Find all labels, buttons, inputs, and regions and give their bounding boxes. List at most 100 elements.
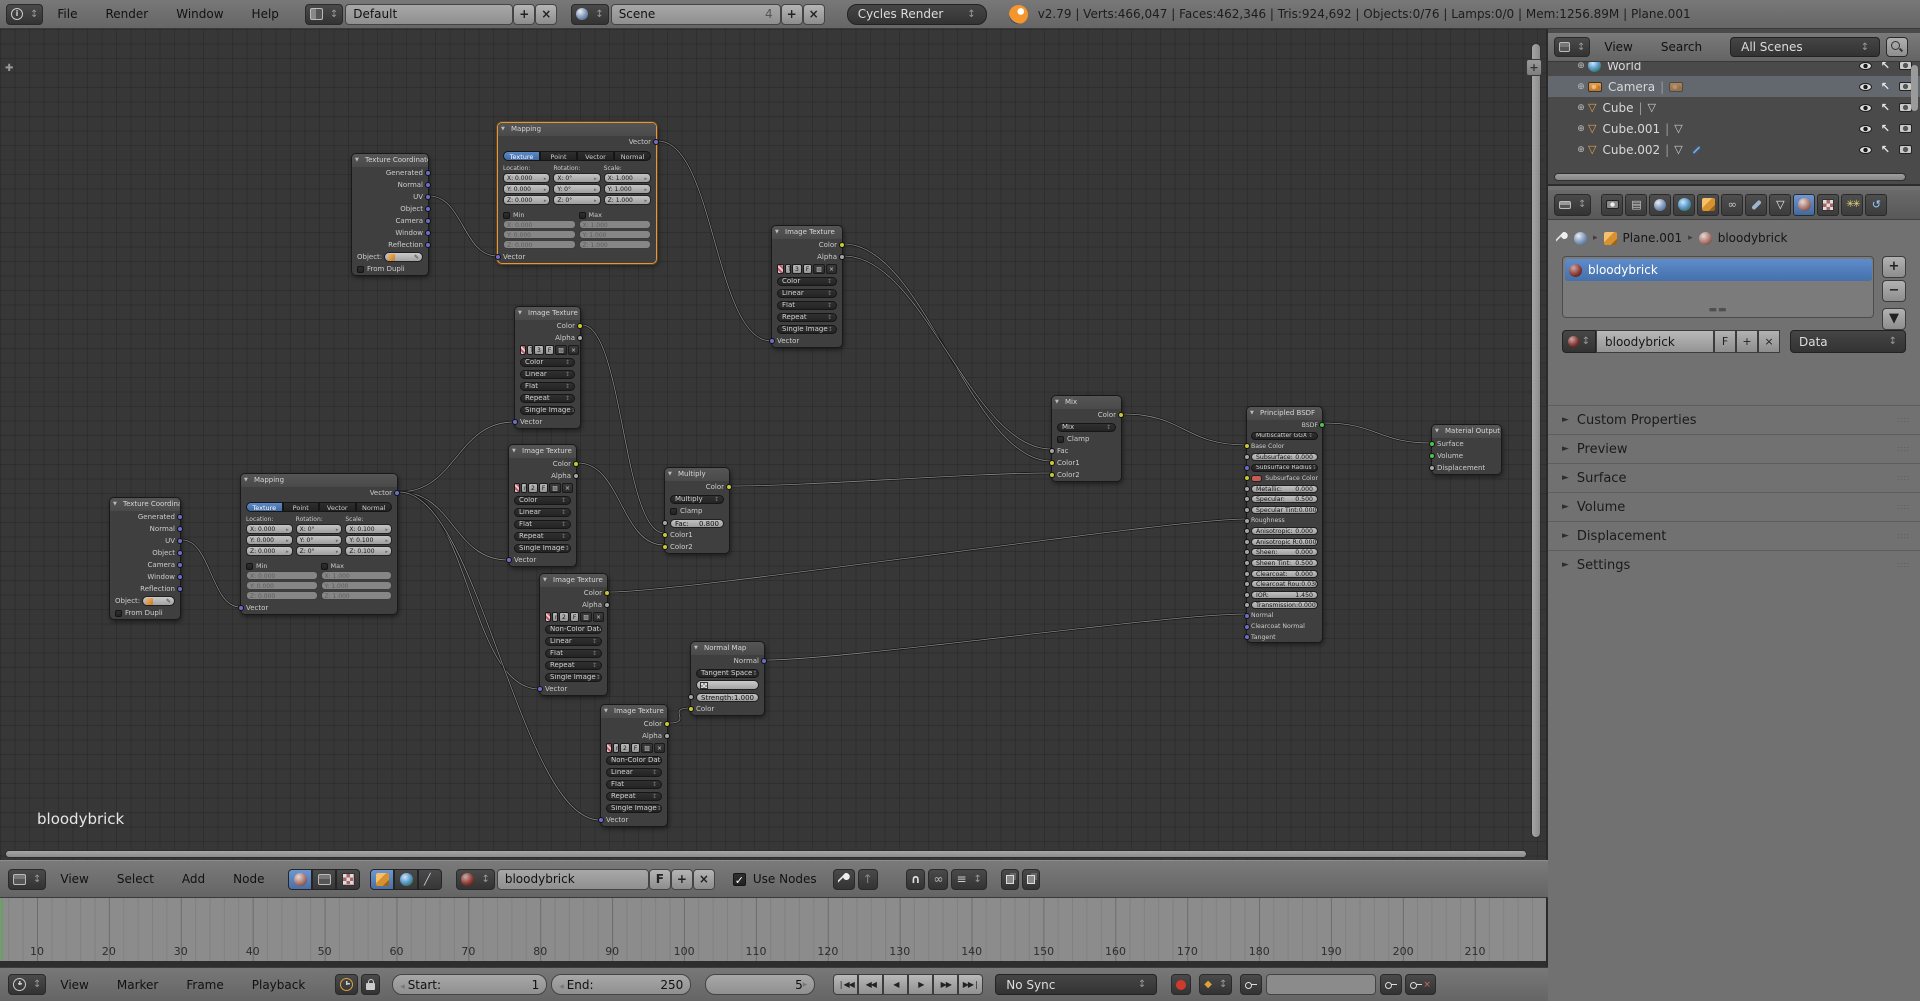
value-slider-specular-[interactable]: Specular: 0.500 (1251, 495, 1318, 504)
uv-map-select-field[interactable] (696, 680, 759, 690)
number-field[interactable]: X: 1.000 ▸ (603, 173, 651, 183)
socket-clearcoat-rou:[interactable] (1244, 581, 1250, 588)
dropdown-multiply[interactable]: Multiply ↕ (670, 494, 724, 504)
outliner-item-cube.002[interactable]: ⊕ ▽ Cube.002 | ▽ ↖ (1548, 139, 1920, 160)
dropdown-linear[interactable]: Linear ↕ (514, 507, 571, 517)
lock-frame-button[interactable] (361, 974, 381, 995)
socket-color[interactable] (839, 242, 845, 248)
properties-tab-scene[interactable] (1649, 193, 1672, 216)
snap-mode-button[interactable]: ∞ (928, 868, 949, 890)
end-frame-field[interactable]: ◂ End: 250 (551, 974, 692, 995)
sync-mode-select[interactable]: No Sync ↕ (995, 974, 1158, 995)
socket-vector[interactable] (537, 686, 543, 692)
insert-keyframes-button[interactable] (1380, 974, 1403, 995)
socket-color[interactable] (664, 721, 670, 727)
panel-custom-properties[interactable]: ► Custom Properties ∷∷ (1548, 405, 1920, 434)
visibility-eye-icon[interactable] (1858, 145, 1872, 154)
object-select-field[interactable]: ✎ (384, 252, 423, 262)
node-menu-select[interactable]: Select (103, 872, 168, 886)
dropdown-single-image[interactable]: Single Image↕ (514, 543, 571, 553)
number-field[interactable]: Y: 0.000 ▸ (503, 184, 551, 194)
number-field[interactable]: X: 0.000 ▸ (503, 173, 551, 183)
socket-specular-tint:[interactable] (1244, 507, 1250, 514)
socket-normal[interactable] (761, 658, 767, 664)
unlink-material-button[interactable]: × (692, 868, 715, 890)
dropdown-non-color-data[interactable]: Non-Color Data↕ (545, 624, 602, 634)
socket-camera[interactable] (177, 562, 183, 568)
properties-tab-object[interactable] (1697, 193, 1720, 216)
value-slider-anisotropic-[interactable]: Anisotropic: 0.000 (1251, 527, 1318, 536)
go-to-parent-button[interactable]: ↑ (857, 868, 878, 890)
snap-element-button[interactable]: ≡ ↕ (951, 868, 987, 890)
socket-anisotropic-r:[interactable] (1244, 538, 1250, 545)
socket-color2[interactable] (1049, 472, 1055, 478)
active-keying-set-field[interactable] (1266, 974, 1377, 995)
number-field[interactable]: Z: 0.000 ▸ (503, 195, 551, 205)
copy-nodes-button[interactable] (1000, 868, 1019, 890)
dropdown-color[interactable]: Color ↕ (777, 276, 837, 286)
node-editor-vertical-scrollbar[interactable] (1531, 43, 1541, 838)
image-fake-user-button[interactable]: F (538, 483, 549, 493)
checkbox-row[interactable]: Max (320, 561, 393, 571)
node-title[interactable]: Mapping (498, 123, 656, 136)
socket-vector[interactable] (653, 139, 659, 145)
expand-icon[interactable]: ⊕ (1574, 61, 1588, 71)
properties-editor[interactable]: ↕ ▤ ∞ ▽ ✳✳ ↺ ▸ Plane.001 ▸ bloodybrick blood… (1548, 186, 1920, 1001)
panel-grip-icon[interactable]: ∷∷ (1898, 532, 1910, 541)
value-slider-clearcoat-rou-[interactable]: Clearcoat Rou: 0.030 (1251, 580, 1318, 589)
previous-keyframe-button[interactable]: ◀◀ (858, 974, 884, 995)
panel-settings[interactable]: ► Settings ∷∷ (1548, 550, 1920, 579)
properties-region-open-button[interactable]: + (1526, 59, 1542, 76)
outliner-item-cube[interactable]: ⊕ ▽ Cube | ▽ ↖ (1548, 97, 1920, 118)
visibility-eye-icon[interactable] (1858, 61, 1872, 70)
dropdown-subsurface-radius[interactable]: Subsurface Radius ↕ (1251, 463, 1318, 472)
panel-grip-icon[interactable]: ∷∷ (1898, 416, 1910, 425)
socket-vector[interactable] (495, 254, 501, 260)
timeline-editor-type-button[interactable]: ↕ (8, 974, 47, 995)
checkbox-row[interactable]: Min (246, 561, 318, 571)
socket-fac:[interactable] (662, 520, 668, 526)
delete-layout-button[interactable]: × (535, 3, 558, 25)
socket-generated[interactable] (177, 514, 183, 520)
socket-subsurface:[interactable] (1244, 454, 1250, 461)
image-users-count[interactable]: 3 (534, 345, 544, 355)
properties-tab-data[interactable]: ▽ (1769, 193, 1792, 216)
checkbox[interactable] (246, 562, 253, 570)
image-name[interactable]: red (521, 483, 527, 493)
visibility-eye-icon[interactable] (1858, 82, 1872, 91)
node-title[interactable]: Image Texture (515, 307, 580, 320)
number-field[interactable]: X: 0° ▸ (553, 173, 601, 183)
panel-grip-icon[interactable]: ∷∷ (1898, 445, 1910, 454)
socket-color[interactable] (577, 323, 583, 329)
value-slider-strength-[interactable]: Strength: 1.000 (696, 692, 759, 702)
dropdown-linear[interactable]: Linear ↕ (606, 767, 662, 777)
timeline-menu-view[interactable]: View (46, 978, 102, 992)
node-title[interactable]: Image Texture (540, 574, 607, 587)
fake-user-button[interactable]: F (648, 868, 671, 890)
image-users-count[interactable]: 2 (559, 612, 569, 622)
dropdown-repeat[interactable]: Repeat ↕ (545, 660, 602, 670)
socket-roughness[interactable] (1244, 517, 1250, 524)
outliner-horizontal-scrollbar[interactable] (1554, 173, 1906, 181)
tree-type-shader-button[interactable] (288, 868, 313, 890)
checkbox[interactable] (670, 507, 677, 515)
node-checkbox-row[interactable]: From Dupli (110, 607, 180, 619)
socket-vector[interactable] (238, 605, 244, 611)
number-field[interactable]: Z: 0° ▸ (553, 195, 601, 205)
node-menu-add[interactable]: Add (168, 872, 219, 886)
panel-grip-icon[interactable]: ∷∷ (1898, 503, 1910, 512)
socket-metallic:[interactable] (1244, 485, 1250, 492)
properties-tab-texture[interactable] (1817, 193, 1840, 216)
dropdown-repeat[interactable]: Repeat ↕ (777, 312, 837, 322)
dropdown-repeat[interactable]: Repeat ↕ (520, 393, 575, 403)
node-title[interactable]: Normal Map (691, 642, 764, 655)
node-image-texture-3[interactable]: Image TextureColorAlphared2F▨×Color↕Line… (506, 444, 579, 567)
node-material-output[interactable]: Material Output Surface Volume Displacement (1429, 424, 1502, 475)
checkbox-row[interactable]: Min (503, 210, 576, 220)
socket-alpha[interactable] (839, 254, 845, 260)
dropdown-tangent-space[interactable]: Tangent Space ↕ (696, 668, 759, 678)
image-users-count[interactable]: 3 (792, 264, 802, 274)
material-slot-list[interactable]: bloodybrick ▬▬ (1562, 256, 1874, 318)
slot-list-resize-grip[interactable]: ▬▬ (1708, 305, 1727, 315)
breadcrumb-material-name[interactable]: bloodybrick (1718, 231, 1788, 245)
